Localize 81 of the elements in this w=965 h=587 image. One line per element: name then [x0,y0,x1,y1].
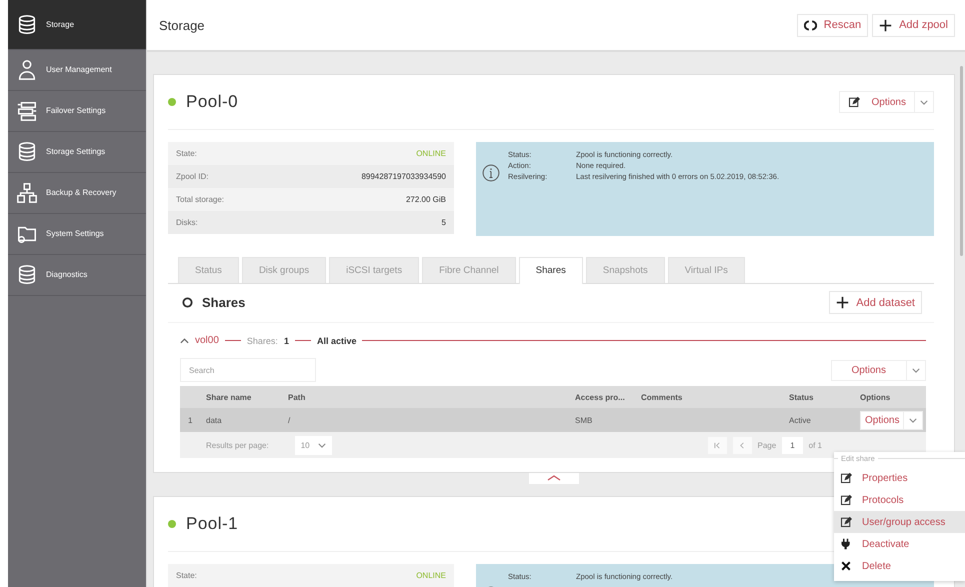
row-number: 1 [188,416,194,424]
property-label: Zpool ID: [176,172,208,181]
status-dot-icon [168,520,176,528]
property-value: ONLINE [416,571,446,580]
caret-down-icon [912,368,920,372]
table-cell-text: SMB [575,416,594,424]
menu-item[interactable]: Deactivate [834,533,965,555]
dataset-name[interactable]: vol00 [195,335,219,346]
rescan-button[interactable]: Rescan [796,14,868,36]
chevron-left-icon [738,442,746,448]
property-label: Total storage: [176,195,224,204]
per-page-select[interactable]: 10 [294,436,332,454]
caret-down-icon [318,442,326,448]
search-field[interactable]: Search [180,358,316,382]
property-value: 5 [442,218,446,227]
plug-icon [840,538,852,550]
property-value: 272.00 GiB [406,195,446,204]
column-header: Path [288,392,306,402]
tab[interactable]: Disk groups [242,257,326,283]
refresh-icon [804,18,817,32]
property-label: State: [176,571,197,580]
database-icon [16,264,38,286]
status-dot-icon [168,98,176,106]
sidebar-item[interactable]: Storage [8,0,146,50]
row-options-button[interactable]: Options [860,410,924,430]
add-button[interactable]: Add zpool [872,14,955,36]
property-value: ONLINE [416,149,446,158]
page-field[interactable]: 1 [782,436,803,454]
add-dataset-button[interactable]: Add dataset [829,291,922,314]
first-page-button[interactable] [708,436,727,454]
collapse-tab[interactable] [529,473,579,484]
caret-down-icon [909,418,918,422]
column-header: Comments [641,392,684,402]
server-arrows-icon [16,100,38,122]
info-icon [482,164,500,182]
menu-item[interactable]: Protocols [834,489,965,511]
options-button[interactable]: Options [830,360,926,380]
table-cell-text: / [288,416,292,424]
page-title: Storage [159,18,206,32]
network-icon [16,182,38,204]
ring-icon [182,297,193,308]
options-button[interactable]: Options [838,91,934,113]
previous-page-button[interactable] [732,436,752,454]
column-header: Options [860,392,892,402]
caret-up-icon[interactable] [180,338,189,344]
database-icon [16,14,38,36]
plus-icon [879,18,892,32]
plus-icon [836,296,850,309]
first-page-icon [714,442,721,448]
edit-icon [840,516,852,528]
pool-name: Pool-1 [186,514,238,534]
property-value: 8994287197033934590 [361,172,446,181]
shares-count: 1 [284,336,289,346]
column-header: Status [789,392,814,402]
pool-name: Pool-0 [186,92,238,112]
scrollbar[interactable] [960,66,963,256]
tab[interactable]: Shares [518,257,583,284]
column-header: Share name [206,392,252,402]
menu-item[interactable]: Properties [834,467,965,489]
user-icon [16,59,38,81]
property-label: State: [176,149,197,158]
results-per-page-label: Results per page: [206,440,269,450]
column-header: Access pro... [575,392,626,402]
shares-label: Shares: [246,336,278,346]
edit-icon [840,494,852,506]
property-label: Disks: [176,218,198,227]
menu-item[interactable]: Delete [834,555,965,577]
page-label: Page [758,440,776,450]
section-title: Shares [202,295,246,310]
tab[interactable]: Virtual IPs [668,257,745,283]
table-cell-text: data [206,416,223,424]
menu-item[interactable]: User/group access [834,511,965,533]
close-icon [840,560,852,572]
table-cell-text: Active [789,416,812,424]
caret-up-icon [547,475,561,481]
database-icon [16,141,38,163]
dataset-state: All active [316,336,356,346]
edit-icon [848,96,860,108]
page-count: of 1 [808,440,822,450]
edit-icon [840,472,852,484]
caret-down-icon [920,100,928,104]
